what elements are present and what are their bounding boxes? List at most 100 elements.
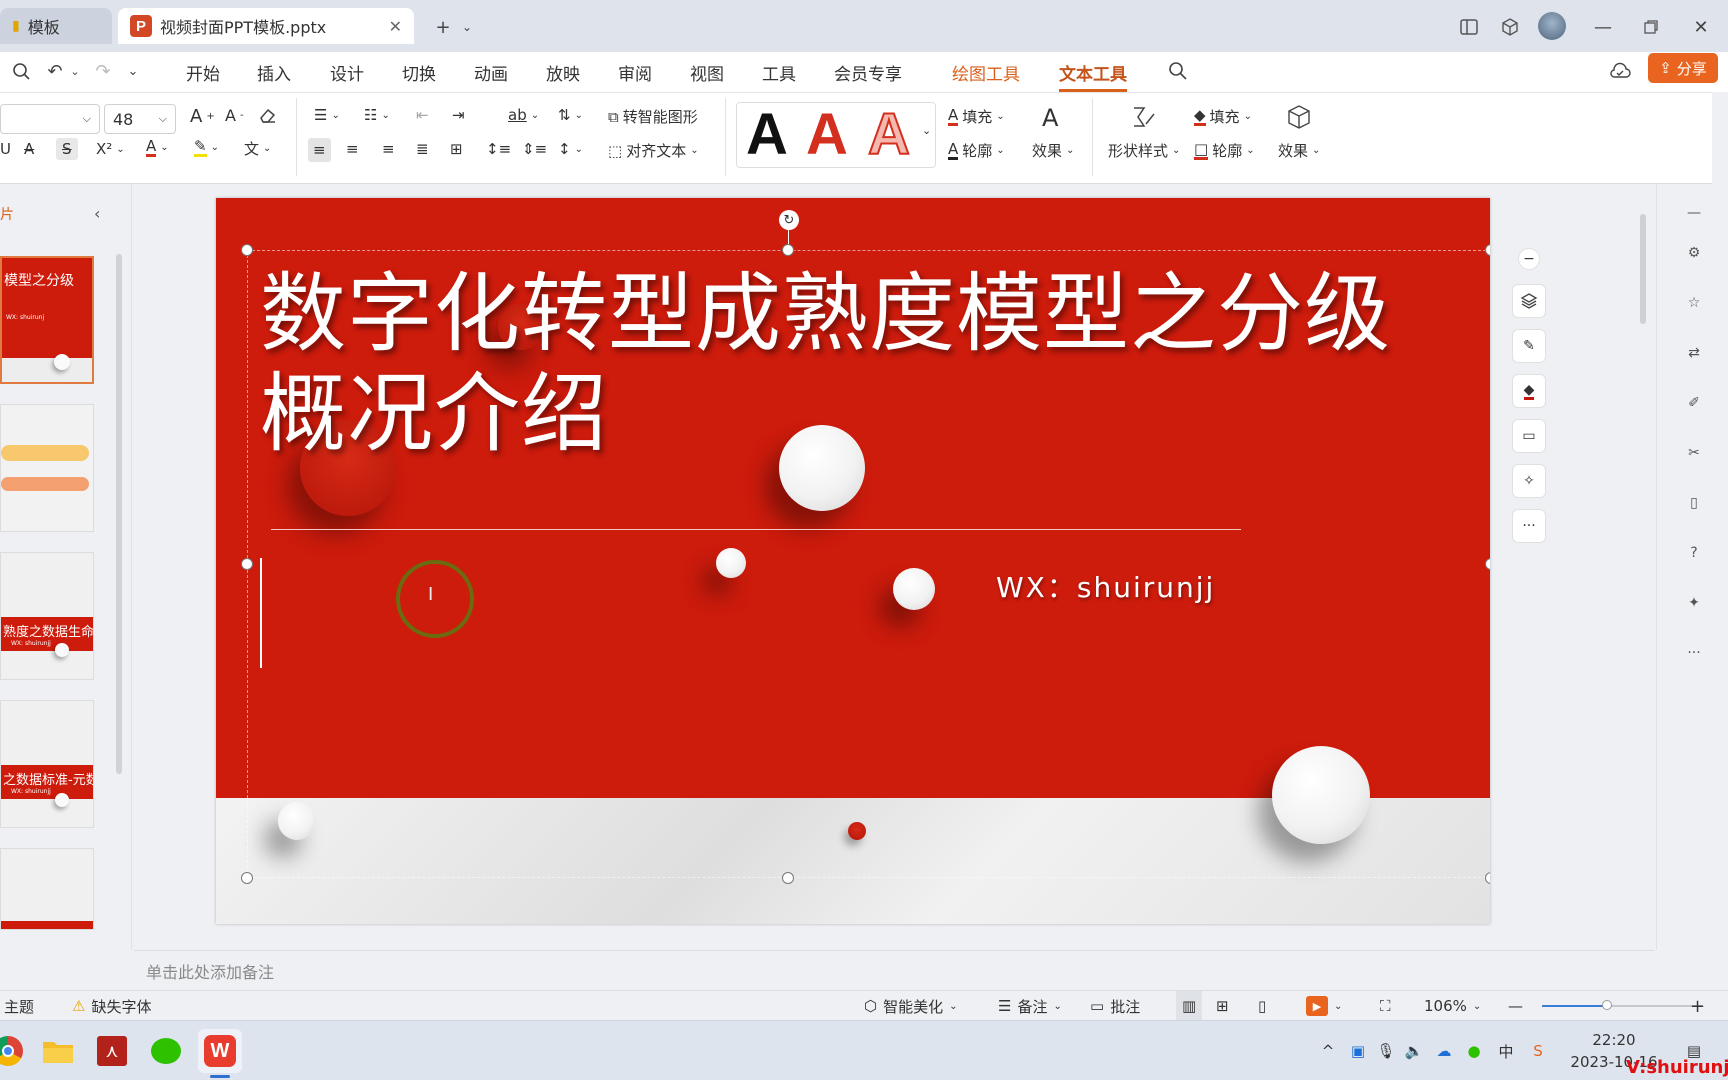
- shape-style-icon[interactable]: [1130, 104, 1156, 130]
- notes-area[interactable]: 单击此处添加备注: [134, 950, 1654, 990]
- resize-handle[interactable]: [1485, 872, 1490, 884]
- slide-thumbnail-5[interactable]: [0, 848, 94, 930]
- theme-button[interactable]: 主题: [4, 991, 34, 1021]
- ime-indicator[interactable]: 中: [1494, 1039, 1518, 1063]
- minimize-icon[interactable]: —: [1590, 14, 1616, 40]
- preview-icon[interactable]: [8, 58, 34, 84]
- chrome-icon[interactable]: [0, 1029, 30, 1073]
- cube-icon[interactable]: [1497, 14, 1523, 40]
- spacing-menu-icon[interactable]: ↕ ⌄: [558, 140, 583, 158]
- fit-window-icon[interactable]: ⛶: [1380, 991, 1391, 1021]
- more-quick-icon[interactable]: ⌄: [120, 58, 146, 84]
- menu-tools[interactable]: 工具: [762, 58, 796, 86]
- menu-slideshow[interactable]: 放映: [546, 58, 580, 86]
- pinyin-icon[interactable]: 文 ⌄: [244, 138, 271, 159]
- search-icon[interactable]: [1165, 58, 1191, 84]
- shape-outline-button[interactable]: □ 轮廓 ⌄: [1194, 140, 1255, 161]
- pdf-app-icon[interactable]: ⋏: [90, 1029, 134, 1073]
- slide-scrollbar[interactable]: [1640, 190, 1648, 950]
- menu-transition[interactable]: 切换: [402, 58, 436, 86]
- resize-handle[interactable]: [241, 244, 253, 256]
- shape-effect-icon[interactable]: [1286, 104, 1312, 130]
- text-effect-icon[interactable]: A: [1042, 104, 1058, 132]
- text-outline-button[interactable]: A 轮廓 ⌄: [948, 140, 1005, 161]
- thumbnail-scrollbar[interactable]: [116, 254, 122, 774]
- window-close-icon[interactable]: ✕: [1688, 14, 1714, 40]
- close-icon[interactable]: ✕: [389, 17, 402, 36]
- collapse-icon[interactable]: −: [1518, 248, 1540, 270]
- resize-handle[interactable]: [782, 244, 794, 256]
- menu-insert[interactable]: 插入: [257, 58, 291, 86]
- sort-icon[interactable]: ⇅ ⌄: [558, 106, 583, 124]
- shadow-icon[interactable]: S: [56, 138, 78, 160]
- translate-icon[interactable]: ⇄: [1681, 340, 1707, 366]
- zoom-select[interactable]: 106% ⌄: [1424, 991, 1481, 1021]
- chevron-down-icon[interactable]: ⌄: [62, 58, 88, 84]
- tab-document[interactable]: P 视频封面PPT模板.pptx ✕: [118, 8, 414, 44]
- decrease-indent-icon[interactable]: ⇤: [416, 106, 429, 124]
- notes-button[interactable]: ☰ 备注 ⌄: [998, 991, 1062, 1021]
- wechat-tray-icon[interactable]: ●: [1462, 1039, 1486, 1063]
- missing-font-button[interactable]: ⚠ 缺失字体: [72, 991, 151, 1021]
- redo-icon[interactable]: ↷: [90, 58, 116, 84]
- zoom-in-icon[interactable]: +: [1690, 991, 1705, 1021]
- menu-drawing-tools[interactable]: 绘图工具: [952, 58, 1020, 86]
- superscript-icon[interactable]: X² ⌄: [96, 140, 125, 158]
- outline-color-icon[interactable]: ▭: [1512, 419, 1546, 453]
- menu-text-tools[interactable]: 文本工具: [1059, 58, 1127, 92]
- wechat-icon[interactable]: [144, 1029, 188, 1073]
- tools-icon[interactable]: ✂: [1681, 440, 1707, 466]
- slide-thumbnail-2[interactable]: [0, 404, 94, 532]
- wps-icon[interactable]: W: [198, 1029, 242, 1073]
- more-icon[interactable]: ···: [1681, 640, 1707, 666]
- align-left-icon[interactable]: ≡: [308, 138, 331, 162]
- format-painter-icon[interactable]: ✎: [1512, 329, 1546, 363]
- align-center-icon[interactable]: ≡: [346, 140, 359, 158]
- line-spacing-icon[interactable]: ↕≡: [486, 140, 511, 158]
- justify-icon[interactable]: ≣: [416, 140, 429, 158]
- star-icon[interactable]: ☆: [1681, 290, 1707, 316]
- shape-fill-button[interactable]: ◆ 填充 ⌄: [1194, 106, 1252, 127]
- clock-time[interactable]: 22:20: [1574, 1031, 1654, 1049]
- align-text-button[interactable]: ⬚ 对齐文本 ⌄: [608, 140, 699, 161]
- input-method-icon[interactable]: S: [1526, 1039, 1550, 1063]
- align-right-icon[interactable]: ≡: [382, 140, 395, 158]
- grid-view-icon[interactable]: ⊞: [1216, 991, 1229, 1021]
- rotate-handle-icon[interactable]: ↻: [779, 210, 799, 230]
- reading-view-icon[interactable]: ▯: [1258, 991, 1266, 1021]
- network-icon[interactable]: ☁: [1432, 1039, 1456, 1063]
- numbered-list-icon[interactable]: ☷ ⌄: [364, 106, 390, 124]
- text-style-outline[interactable]: A: [859, 101, 919, 168]
- chevron-down-icon[interactable]: ⌄: [454, 14, 480, 40]
- strikethrough-icon[interactable]: A: [24, 140, 34, 158]
- brush-icon[interactable]: ✐: [1681, 390, 1707, 416]
- smart-beautify-button[interactable]: ⬡ 智能美化 ⌄: [864, 991, 958, 1021]
- highlight-icon[interactable]: ✎ ⌄: [194, 138, 219, 157]
- resize-handle[interactable]: [241, 872, 253, 884]
- shape-effect-button[interactable]: 效果 ⌄: [1278, 140, 1320, 161]
- underline-icon[interactable]: U: [0, 140, 11, 158]
- font-name-select[interactable]: ⌵: [0, 104, 100, 134]
- resize-handle[interactable]: [1485, 558, 1490, 570]
- slide-thumbnail-1[interactable]: 模型之分级 WX: shuirunj: [0, 256, 94, 384]
- distribute-icon[interactable]: ⊞: [450, 140, 463, 158]
- zoom-slider-thumb[interactable]: [1602, 1000, 1612, 1010]
- shape-style-button[interactable]: 形状样式 ⌄: [1108, 140, 1180, 161]
- slideshow-button[interactable]: ▶ ⌄: [1306, 991, 1342, 1021]
- slide-thumbnail-4[interactable]: 之数据标准-元数 WX: shuirunjj: [0, 700, 94, 828]
- tab-template[interactable]: ▮ 模板: [0, 8, 112, 44]
- magic-tool-icon[interactable]: ✧: [1512, 464, 1546, 498]
- scrollbar-thumb[interactable]: [1640, 214, 1646, 324]
- increase-indent-icon[interactable]: ⇥: [452, 106, 465, 124]
- cloud-sync-icon[interactable]: [1607, 58, 1633, 84]
- eraser-icon[interactable]: [258, 106, 278, 124]
- bullet-list-icon[interactable]: ☰ ⌄: [314, 106, 340, 124]
- menu-home[interactable]: 开始: [186, 58, 220, 86]
- menu-view[interactable]: 视图: [690, 58, 724, 86]
- comments-button[interactable]: ▭ 批注: [1090, 991, 1140, 1021]
- sidebar-toggle-icon[interactable]: [1456, 14, 1482, 40]
- resize-handle[interactable]: [1485, 244, 1490, 256]
- font-color-icon[interactable]: A ⌄: [146, 138, 169, 157]
- paragraph-spacing-icon[interactable]: ⇕≡: [522, 140, 547, 158]
- font-size-select[interactable]: 48 ⌵: [104, 104, 176, 134]
